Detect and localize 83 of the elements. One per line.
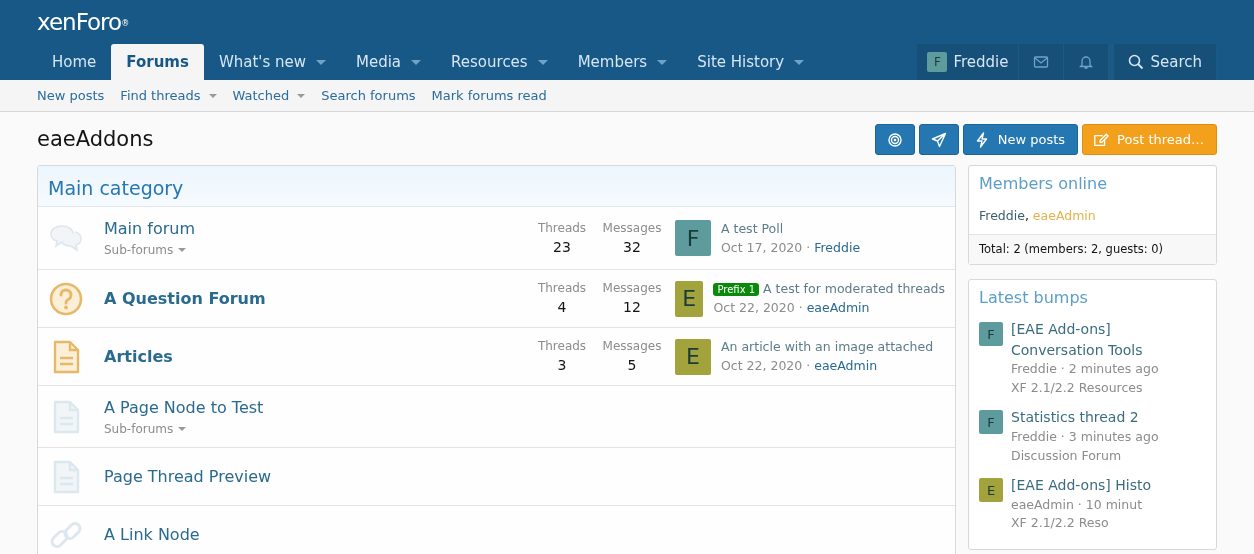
search-button[interactable]: Search [1114,44,1216,80]
search-icon [1128,54,1145,70]
member-link[interactable]: Freddie [979,208,1025,224]
sub-nav-link[interactable]: Find threads [115,85,222,106]
user-avatar[interactable]: F [675,220,711,256]
stat-value: 3 [556,356,568,375]
sub-nav-link[interactable]: Mark forums read [426,85,552,106]
post-meta: eaeAdmin · 10 minut [1011,495,1144,514]
stat-label: Threads [536,219,588,237]
thread-link[interactable]: An article with an image attached [721,339,934,355]
nav-tab[interactable]: Media [341,44,437,80]
separator: · [806,358,811,373]
sub-nav-link[interactable]: Watched [227,85,311,106]
post-date: Oct 17, 2020 [721,239,803,255]
nav-tab[interactable]: Site History [682,44,820,80]
nav-tab[interactable]: Resources [436,44,563,80]
user-avatar: F [927,52,948,72]
stat-value: 12 [622,298,642,317]
node-title[interactable]: A Question Forum [104,286,266,311]
separator: · [806,239,811,255]
caret-icon [178,426,187,431]
stat-label: Messages [601,280,663,297]
node-title[interactable]: A Page Node to Test [104,395,264,420]
stat-label: Messages [601,338,663,355]
user-avatar[interactable]: E [979,478,1003,503]
watch-button[interactable] [874,124,915,155]
user-link[interactable]: eaeAdmin [814,358,878,373]
node-title[interactable]: Main forum [104,217,195,241]
paper-plane-icon [930,131,947,148]
post-meta: Freddie · 2 minutes ago [1011,359,1160,378]
node-title[interactable]: Page Thread Preview [104,464,272,489]
stat-label: Threads [536,338,588,355]
user-link[interactable]: Freddie [814,239,861,255]
node-title[interactable]: A Link Node [104,522,200,547]
caret-icon [178,248,187,252]
thread-link[interactable]: Statistics thread 2 [1011,407,1159,428]
target-icon [886,131,903,148]
stat-value: 32 [622,237,642,257]
sub-nav-link[interactable]: New posts [32,85,110,106]
inbox-button[interactable] [1019,44,1064,80]
thread-link[interactable]: [EAE Add-ons] Conversation Tools [1011,319,1206,360]
online-total: Total: 2 (members: 2, guests: 0) [969,233,1216,265]
thread-link[interactable]: A test Poll [721,220,784,236]
page-title: eaeAddons [37,126,154,153]
user-avatar[interactable]: F [979,410,1003,435]
forum-name: XF 2.1/2.2 Resources [1011,378,1144,397]
block-title: Members online [978,173,1109,195]
nav-tab[interactable]: Home [37,44,112,80]
nav-tab[interactable]: Forums [111,44,204,80]
forum-name: XF 2.1/2.2 Reso [1011,514,1110,533]
thread-link[interactable]: A test for moderated threads [763,281,945,297]
category-header[interactable]: Main category [38,166,955,207]
user-link[interactable]: eaeAdmin [806,300,870,315]
nav-tab[interactable]: Members [562,44,683,80]
post-date: Oct 22, 2020 [721,358,803,373]
stat-value: 5 [626,356,638,375]
separator: · [798,300,803,315]
stat-value: 4 [556,298,568,317]
node-title[interactable]: Articles [104,344,173,369]
pencil-square-icon [1093,131,1110,148]
sub-forums-toggle[interactable]: Sub-forums [104,419,187,438]
block-title: Latest bumps [978,287,1089,310]
post-date: Oct 22, 2020 [713,300,795,315]
stat-value: 23 [552,237,572,257]
post-meta: Freddie · 3 minutes ago [1011,427,1159,446]
envelope-icon [1033,54,1050,70]
send-button[interactable] [918,124,959,155]
new-posts-button[interactable]: New posts [962,124,1079,155]
stat-label: Messages [601,219,663,237]
thread-prefix: Prefix 1 [713,283,760,297]
stat-label: Threads [536,280,588,297]
user-avatar[interactable]: F [979,322,1003,347]
user-menu[interactable]: F Freddie [917,44,1019,80]
sub-forums-toggle[interactable]: Sub-forums [104,241,187,259]
sub-nav-link[interactable]: Search forums [316,85,421,106]
thread-link[interactable]: [EAE Add-ons] Histo [1011,475,1151,496]
site-logo[interactable]: xenForo$^{®}$ [37,0,1217,44]
bell-icon [1078,54,1095,70]
user-avatar[interactable]: E [675,338,711,375]
forum-name: Discussion Forum [1011,446,1123,465]
user-avatar[interactable]: E [675,280,704,317]
nav-tab[interactable]: What's new [203,44,341,80]
separator: , [1024,208,1029,224]
